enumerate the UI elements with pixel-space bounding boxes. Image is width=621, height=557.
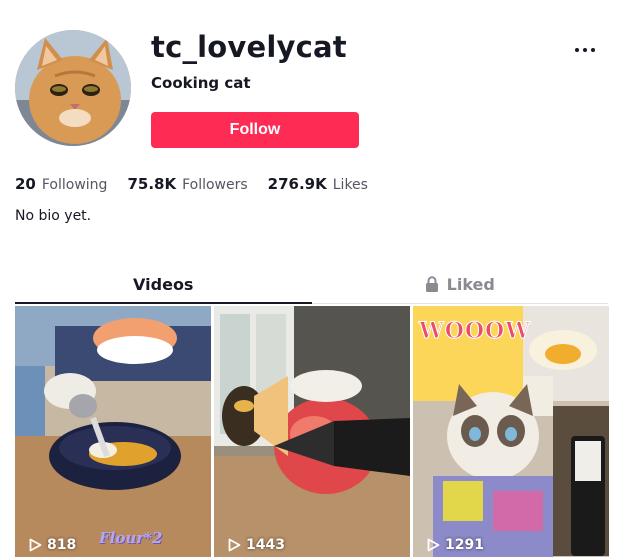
stat-value: 276.9K: [267, 175, 327, 193]
view-count: 1291: [427, 537, 484, 553]
view-count-value: 818: [47, 537, 77, 553]
video-card[interactable]: 1443: [214, 306, 410, 557]
profile-stats: 20 Following 75.8K Followers 276.9K Like…: [15, 175, 368, 193]
tab-videos[interactable]: Videos: [15, 266, 312, 304]
stat-label: Following: [41, 177, 108, 193]
more-options-button[interactable]: [570, 38, 600, 62]
view-count-value: 1443: [246, 537, 285, 553]
stat-label: Likes: [332, 177, 368, 193]
play-icon: [29, 538, 42, 552]
tab-label: Videos: [133, 274, 194, 294]
stat-following[interactable]: 20 Following: [15, 175, 107, 193]
tab-liked[interactable]: Liked: [312, 266, 609, 302]
tab-label: Liked: [446, 274, 495, 294]
bio: No bio yet.: [15, 208, 92, 224]
view-count: 1443: [228, 537, 285, 553]
stat-followers[interactable]: 75.8K Followers: [127, 175, 247, 193]
stat-likes: 276.9K Likes: [268, 175, 368, 193]
lock-icon: [425, 276, 438, 292]
play-icon: [228, 538, 241, 552]
video-caption-overlay: WOOOW: [419, 318, 531, 345]
avatar-cat-image: [15, 30, 131, 146]
view-count: 818: [29, 537, 76, 553]
profile-tabs: Videos Liked: [15, 266, 608, 304]
video-grid: Flour*2 818 1443 WOOOW 1291: [15, 306, 609, 557]
more-icon: [575, 48, 579, 52]
username: tc_lovelycat: [151, 30, 347, 64]
stat-value: 75.8K: [127, 175, 177, 193]
follow-button[interactable]: Follow: [151, 112, 359, 148]
avatar[interactable]: [15, 30, 131, 146]
video-thumbnail: [15, 306, 211, 557]
stat-value: 20: [15, 175, 36, 193]
play-icon: [427, 538, 440, 552]
video-card[interactable]: WOOOW 1291: [413, 306, 609, 557]
video-caption-overlay: Flour*2: [99, 529, 163, 547]
view-count-value: 1291: [445, 537, 484, 553]
stat-label: Followers: [182, 177, 248, 193]
video-card[interactable]: Flour*2 818: [15, 306, 211, 557]
video-thumbnail: [214, 306, 410, 557]
nickname: Cooking cat: [151, 74, 251, 92]
